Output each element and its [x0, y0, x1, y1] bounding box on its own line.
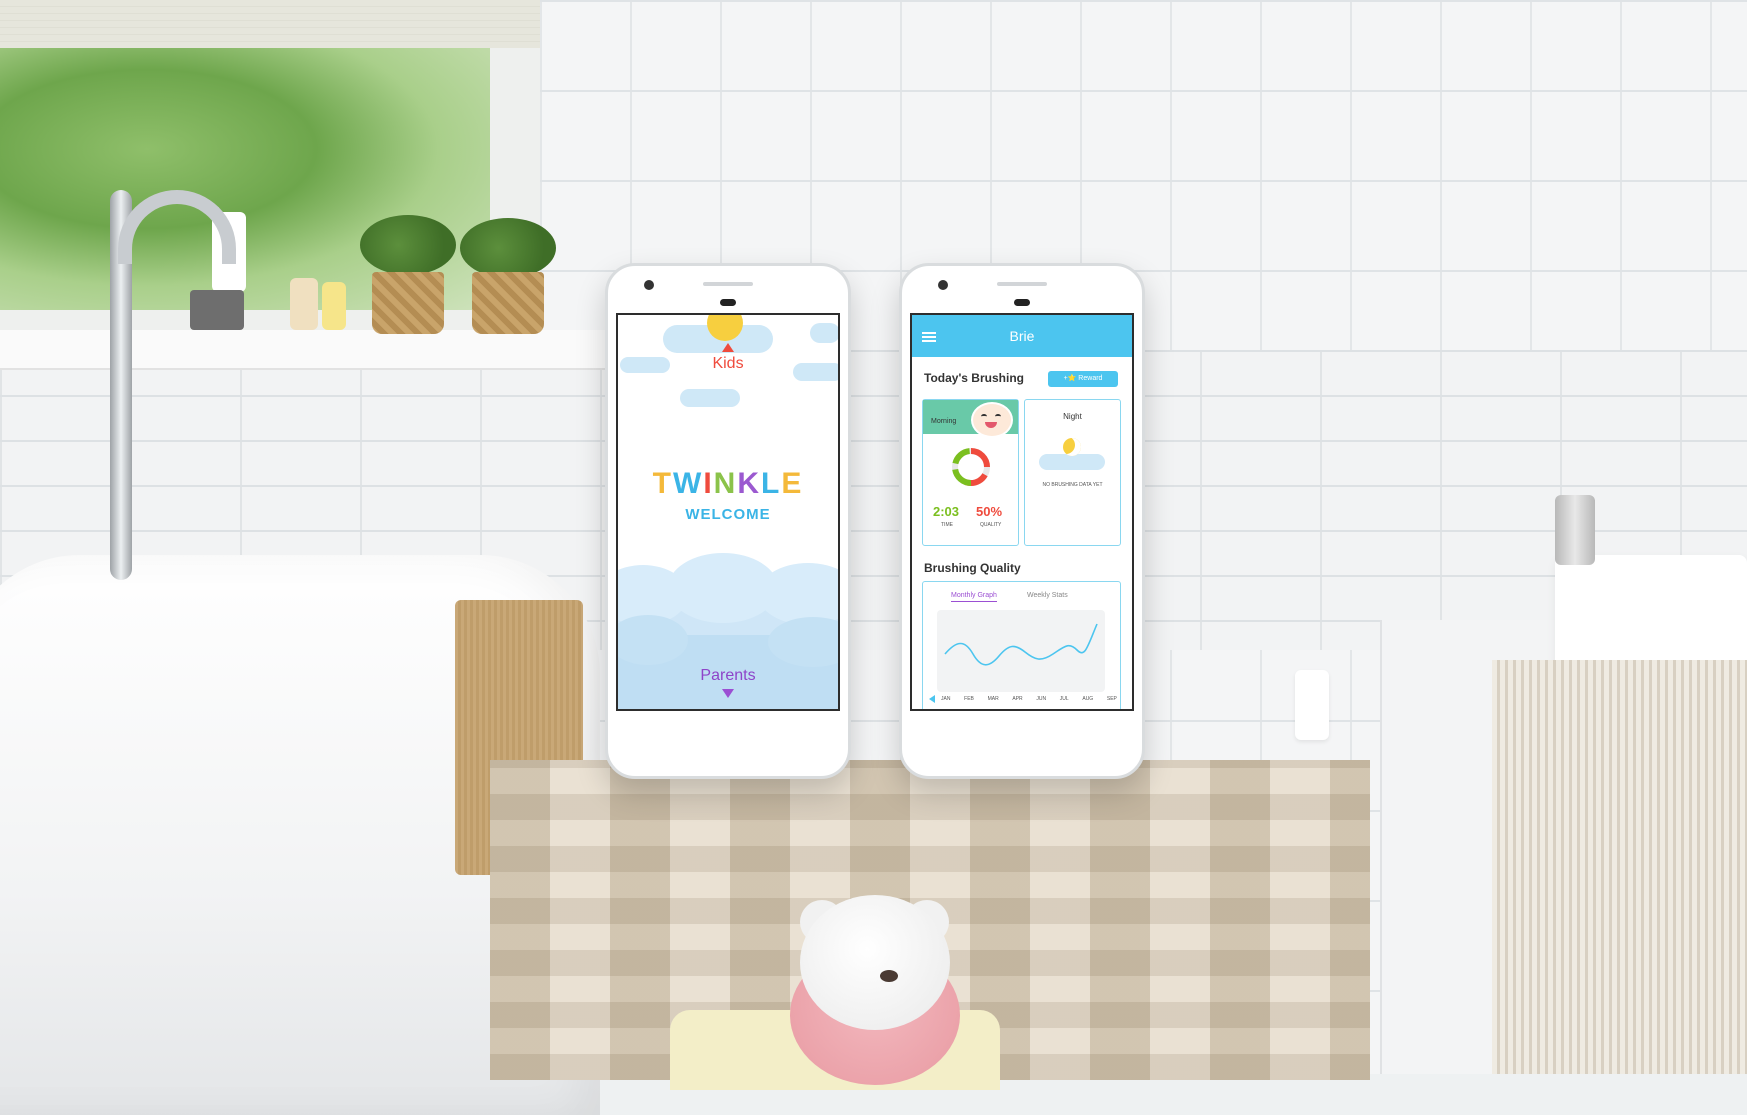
month-label: JUL: [1059, 696, 1069, 702]
speaker: [997, 282, 1047, 286]
quality-chart-card: Monthly Graph Weekly Stats JAN FEB MAR APR J…: [922, 581, 1121, 709]
logo-letter: E: [781, 467, 804, 500]
logo-letter: I: [703, 467, 714, 500]
speaker: [703, 282, 753, 286]
logo-letter: L: [761, 467, 782, 500]
jar: [290, 278, 318, 330]
camera-icon: [938, 280, 948, 290]
tab-monthly-graph[interactable]: Monthly Graph: [951, 592, 997, 602]
graph-line: [944, 623, 1098, 666]
no-data-text: NO BRUSHING DATA YET: [1042, 482, 1103, 488]
quality-ring-icon: [952, 448, 990, 486]
month-label: JUN: [1036, 696, 1047, 702]
striped-towel: [1492, 660, 1747, 1074]
soap-dish: [190, 290, 244, 330]
bear-nose: [880, 970, 898, 982]
morning-label: Morning: [931, 418, 957, 425]
prev-month-icon[interactable]: [929, 695, 935, 703]
mouth: [985, 422, 997, 428]
logo-letter: K: [737, 467, 761, 500]
cloud-icon: [810, 323, 838, 343]
soap-dispenser: [1555, 495, 1595, 565]
month-axis: JAN FEB MAR APR JUN JUL AUG SEP: [941, 696, 1117, 702]
moon-cloud-icon: [1039, 454, 1105, 470]
app-logo-twinkle: TWINKLE: [618, 467, 838, 501]
brush-time-value: 2:03: [933, 504, 960, 519]
dashboard-screen: Brie Today's Brushing +⭐ Reward Morning …: [910, 313, 1134, 711]
wall-hook: [1295, 670, 1329, 740]
morning-card[interactable]: Morning 2:03 TIME 50% QUALITY: [922, 399, 1019, 546]
todays-brushing-title: Today's Brushing: [924, 371, 1024, 385]
kids-button[interactable]: Kids: [618, 355, 838, 373]
window-blind: [0, 0, 540, 48]
quality-caption: QUALITY: [980, 522, 1002, 528]
time-caption: TIME: [941, 522, 953, 528]
month-label: MAR: [987, 696, 999, 702]
sensor: [720, 299, 736, 306]
parents-button[interactable]: Parents: [618, 667, 838, 685]
cloud-icon: [680, 389, 740, 407]
reward-button[interactable]: +⭐ Reward: [1048, 371, 1118, 387]
brush-quality-value: 50%: [976, 504, 1003, 519]
night-label: Night: [1063, 412, 1082, 421]
camera-icon: [644, 280, 654, 290]
kid-avatar: [971, 402, 1013, 438]
plant-icon: [360, 215, 456, 275]
plant-icon: [460, 218, 556, 278]
plant-pot: [472, 272, 544, 334]
brushing-quality-title: Brushing Quality: [924, 561, 1021, 575]
month-label: APR: [1012, 696, 1023, 702]
month-label: AUG: [1082, 696, 1094, 702]
monthly-graph: [937, 610, 1105, 692]
app-title: Brie: [1009, 328, 1035, 344]
eye: [995, 414, 1001, 419]
logo-letter: N: [713, 467, 738, 500]
up-arrow-icon[interactable]: [722, 343, 734, 352]
sensor: [1014, 299, 1030, 306]
sink: [1555, 555, 1747, 675]
logo-letter: W: [672, 467, 704, 500]
kids-welcome-screen: Kids TWINKLE WELCOME Parents: [616, 313, 840, 711]
night-card[interactable]: Night NO BRUSHING DATA YET: [1024, 399, 1121, 546]
phone-kids: Kids TWINKLE WELCOME Parents: [605, 263, 851, 779]
phone-parents: Brie Today's Brushing +⭐ Reward Morning …: [899, 263, 1145, 779]
teddy-bear-head: [800, 895, 950, 1030]
window-sill: [0, 330, 610, 370]
month-label: SEP: [1106, 696, 1117, 702]
eye: [981, 414, 987, 419]
plant-pot: [372, 272, 444, 334]
jar: [322, 282, 346, 330]
logo-letter: T: [652, 467, 673, 500]
welcome-text: WELCOME: [685, 506, 771, 523]
month-label: JAN: [941, 696, 951, 702]
tab-weekly-stats[interactable]: Weekly Stats: [1027, 592, 1068, 599]
app-bar: Brie: [912, 315, 1132, 357]
month-label: FEB: [964, 696, 974, 702]
moon-icon: [1063, 438, 1081, 456]
down-arrow-icon[interactable]: [722, 689, 734, 698]
